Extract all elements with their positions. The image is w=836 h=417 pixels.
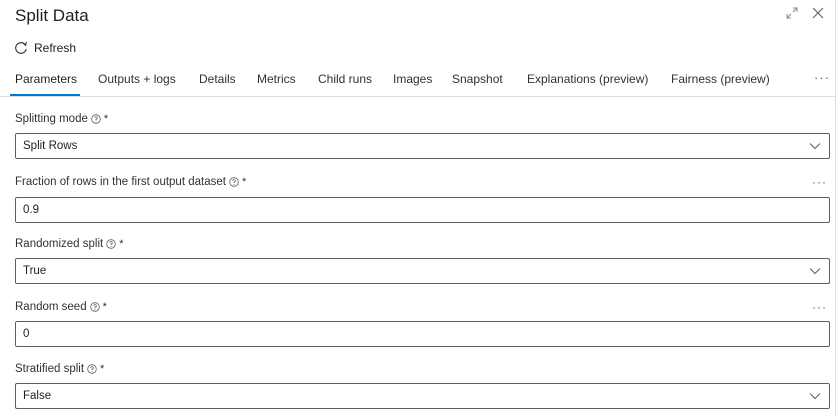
random-seed-more-button[interactable]: ··· <box>812 300 827 314</box>
expand-button[interactable] <box>783 6 801 24</box>
tab-parameters[interactable]: Parameters <box>15 66 77 94</box>
tab-outputs-logs[interactable]: Outputs + logs <box>98 66 176 94</box>
random-seed-input[interactable]: 0 <box>15 321 830 347</box>
required-marker: * <box>103 113 109 125</box>
random-seed-value: 0 <box>23 328 30 340</box>
info-icon[interactable] <box>91 114 101 124</box>
randomized-split-label: Randomized split * <box>15 238 124 250</box>
info-icon[interactable] <box>87 364 97 374</box>
tab-bar: Parameters Outputs + logs Details Metric… <box>0 66 835 97</box>
splitting-mode-dropdown[interactable]: Split Rows <box>15 133 830 159</box>
tab-snapshot[interactable]: Snapshot <box>452 66 503 94</box>
close-icon <box>812 6 824 24</box>
stratified-split-label-text: Stratified split <box>15 363 85 375</box>
close-button[interactable] <box>809 6 827 24</box>
chevron-down-icon <box>801 142 829 150</box>
splitting-mode-value: Split Rows <box>23 140 78 152</box>
tab-child-runs[interactable]: Child runs <box>318 66 372 94</box>
fraction-label: Fraction of rows in the first output dat… <box>15 176 246 188</box>
tab-metrics[interactable]: Metrics <box>257 66 296 94</box>
required-marker: * <box>119 238 124 250</box>
refresh-button[interactable]: Refresh <box>14 39 76 57</box>
fraction-label-text: Fraction of rows in the first output dat… <box>15 176 226 188</box>
active-tab-indicator <box>10 94 80 96</box>
tab-fairness[interactable]: Fairness (preview) <box>671 66 770 94</box>
random-seed-label-text: Random seed <box>15 301 87 313</box>
info-icon[interactable] <box>89 302 100 312</box>
required-marker: * <box>100 363 105 375</box>
stratified-split-dropdown[interactable]: False <box>15 383 830 409</box>
expand-icon <box>786 6 798 24</box>
stratified-split-label: Stratified split * <box>15 363 104 375</box>
required-marker: * <box>241 176 247 188</box>
panel-title: Split Data <box>15 6 89 25</box>
randomized-split-label-text: Randomized split <box>15 238 104 250</box>
splitting-mode-label-text: Splitting mode <box>15 113 88 125</box>
splitting-mode-label: Splitting mode * <box>15 113 108 125</box>
refresh-label: Refresh <box>34 41 77 55</box>
refresh-icon <box>14 41 28 55</box>
split-data-panel: Split Data Refresh Parameters Outputs + … <box>0 0 836 417</box>
tab-details[interactable]: Details <box>199 66 236 94</box>
required-marker: * <box>102 301 107 313</box>
info-icon[interactable] <box>106 239 116 249</box>
tab-images[interactable]: Images <box>393 66 432 94</box>
tabs-more-button[interactable]: ··· <box>814 66 830 94</box>
stratified-split-value: False <box>23 390 52 402</box>
chevron-down-icon <box>801 267 829 275</box>
fraction-more-button[interactable]: ··· <box>812 175 827 189</box>
info-icon[interactable] <box>229 177 239 187</box>
chevron-down-icon <box>801 392 829 400</box>
randomized-split-value: True <box>23 265 47 277</box>
randomized-split-dropdown[interactable]: True <box>15 258 830 284</box>
tab-explanations[interactable]: Explanations (preview) <box>527 66 648 94</box>
fraction-value: 0.9 <box>23 204 39 216</box>
random-seed-label: Random seed * <box>15 301 107 313</box>
fraction-input[interactable]: 0.9 <box>15 197 830 223</box>
